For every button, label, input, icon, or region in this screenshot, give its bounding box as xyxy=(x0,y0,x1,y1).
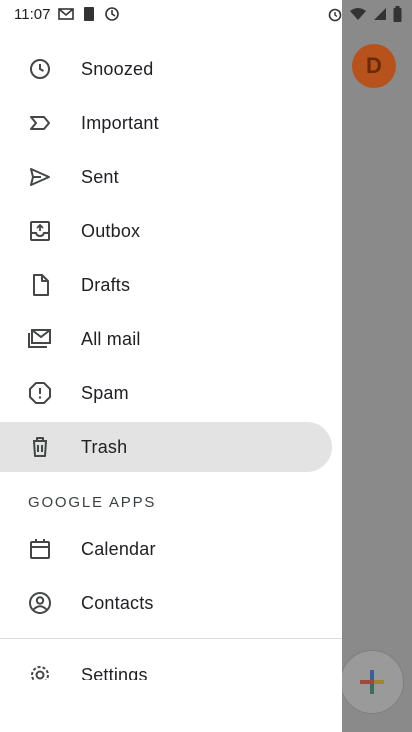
drawer-item-outbox[interactable]: Outbox xyxy=(0,206,332,256)
drawer-item-label: Snoozed xyxy=(81,58,154,79)
status-bar: 11:07 xyxy=(0,0,412,28)
drawer-item-sent[interactable]: Sent xyxy=(0,152,332,202)
send-icon xyxy=(26,163,54,191)
drawer-item-contacts[interactable]: Contacts xyxy=(0,578,332,628)
important-icon xyxy=(26,109,54,137)
status-time: 11:07 xyxy=(14,5,51,23)
drawer-item-spam[interactable]: Spam xyxy=(0,368,332,418)
spam-icon xyxy=(26,379,54,407)
wifi-icon xyxy=(350,8,366,20)
plus-icon xyxy=(360,670,384,694)
drawer-item-calendar[interactable]: Calendar xyxy=(0,524,332,574)
outbox-icon xyxy=(26,217,54,245)
section-header-google-apps: GOOGLE APPS xyxy=(28,494,157,511)
drawer-item-label: Spam xyxy=(81,382,129,403)
avatar-letter: D xyxy=(366,53,382,78)
battery-icon xyxy=(393,6,402,22)
clock-icon xyxy=(26,55,54,83)
navigation-drawer: Snoozed Important Sent Outbox Drafts All… xyxy=(0,0,342,732)
drawer-item-label: Outbox xyxy=(81,220,141,241)
drawer-divider xyxy=(0,638,342,639)
contacts-icon xyxy=(26,589,54,617)
drawer-item-all-mail[interactable]: All mail xyxy=(0,314,332,364)
drawer-item-label: All mail xyxy=(81,328,141,349)
drawer-item-label: Contacts xyxy=(81,592,154,613)
gmail-notification-icon xyxy=(58,8,75,20)
compose-fab[interactable] xyxy=(340,650,404,714)
drawer-bottom-padding xyxy=(0,680,342,732)
drawer-item-trash[interactable]: Trash xyxy=(0,422,332,472)
calendar-icon xyxy=(26,535,54,563)
signal-icon xyxy=(374,8,386,20)
drawer-item-drafts[interactable]: Drafts xyxy=(0,260,332,310)
all-mail-icon xyxy=(26,325,54,353)
account-avatar[interactable]: D xyxy=(352,44,396,88)
drawer-item-label: Calendar xyxy=(81,538,156,559)
sync-notification-icon xyxy=(105,7,120,21)
drawer-item-snoozed[interactable]: Snoozed xyxy=(0,44,332,94)
draft-icon xyxy=(26,271,54,299)
drawer-item-label: Sent xyxy=(81,166,119,187)
file-notification-icon xyxy=(84,7,95,21)
drawer-item-important[interactable]: Important xyxy=(0,98,332,148)
drawer-item-label: Trash xyxy=(81,436,128,457)
trash-icon xyxy=(26,433,54,461)
drawer-item-label: Drafts xyxy=(81,274,131,295)
alarm-icon xyxy=(328,8,342,22)
drawer-item-label: Important xyxy=(81,112,159,133)
